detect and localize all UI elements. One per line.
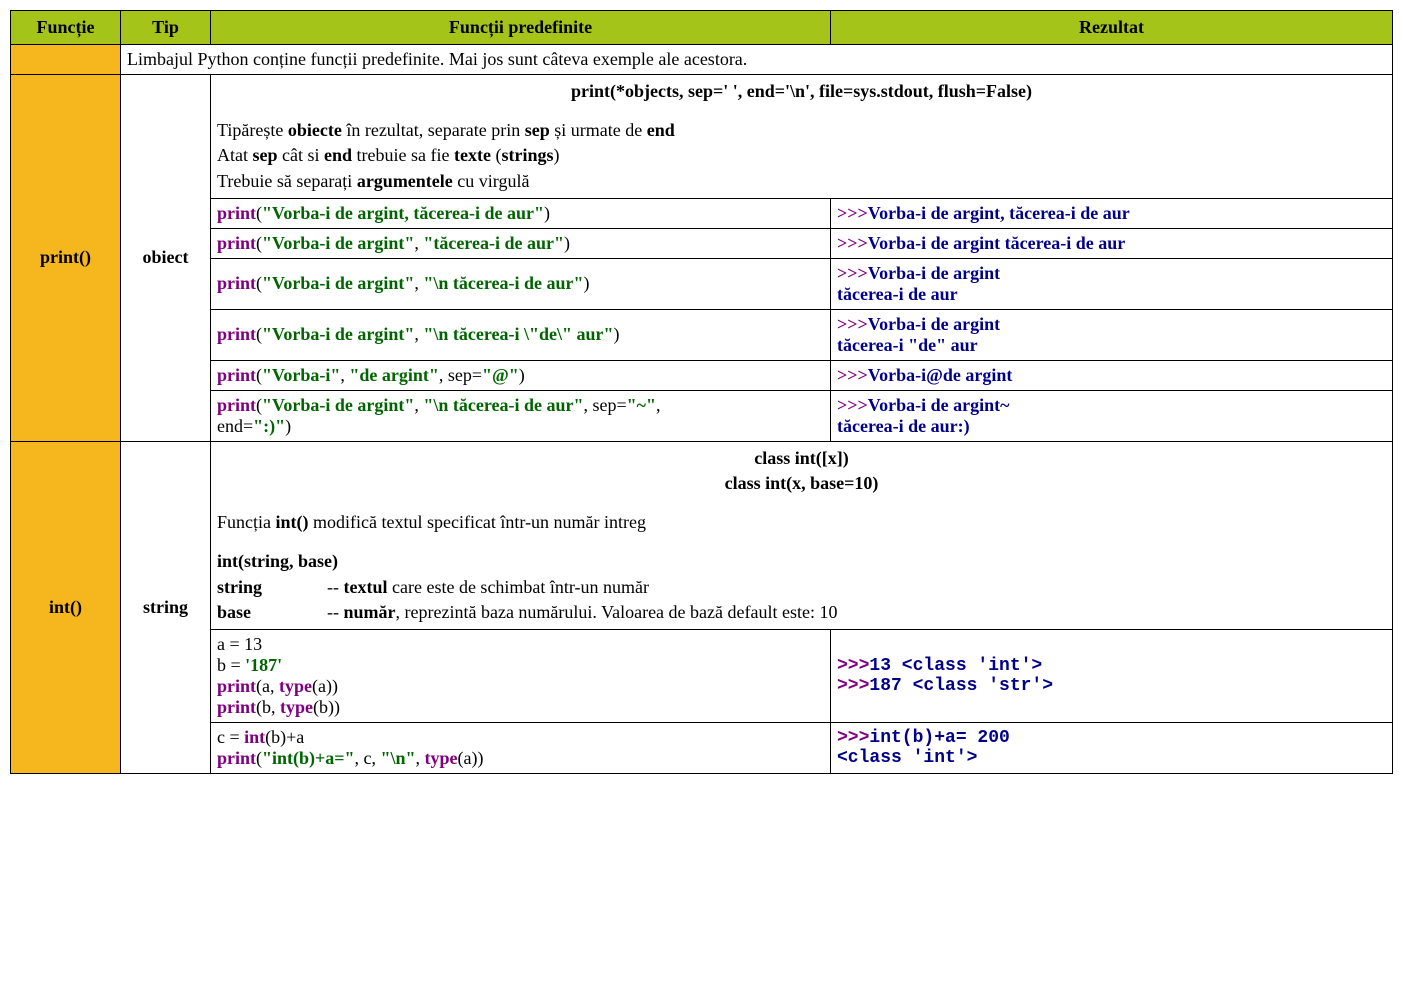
intro-yellow-cell bbox=[11, 45, 121, 75]
int-sig2: class int(x, base=10) bbox=[217, 471, 1386, 496]
header-row: Funcție Tip Funcții predefinite Rezultat bbox=[11, 11, 1393, 45]
header-function: Funcție bbox=[11, 11, 121, 45]
int-type: string bbox=[121, 441, 211, 773]
python-functions-table: Funcție Tip Funcții predefinite Rezultat… bbox=[10, 10, 1393, 774]
int-sig1: class int([x]) bbox=[217, 446, 1386, 471]
print-ex3-result: >>>Vorba-i de argint tăcerea-i de aur bbox=[831, 258, 1393, 309]
print-ex6-code: print("Vorba-i de argint", "\n tăcerea-i… bbox=[211, 390, 831, 441]
print-description: print(*objects, sep=' ', end='\n', file=… bbox=[211, 75, 1393, 199]
print-example-1: print("Vorba-i de argint, tăcerea-i de a… bbox=[11, 198, 1393, 228]
int-example-2: c = int(b)+a print("int(b)+a=", c, "\n",… bbox=[11, 722, 1393, 773]
print-ex5-code: print("Vorba-i", "de argint", sep="@") bbox=[211, 360, 831, 390]
header-result: Rezultat bbox=[831, 11, 1393, 45]
print-ex1-code: print("Vorba-i de argint, tăcerea-i de a… bbox=[211, 198, 831, 228]
int-func-name: int() bbox=[11, 441, 121, 773]
int-example-1: a = 13 b = '187' print(a, type(a)) print… bbox=[11, 629, 1393, 722]
print-example-6: print("Vorba-i de argint", "\n tăcerea-i… bbox=[11, 390, 1393, 441]
print-ex4-result: >>>Vorba-i de argint tăcerea-i "de" aur bbox=[831, 309, 1393, 360]
header-predefined: Funcții predefinite bbox=[211, 11, 831, 45]
intro-text: Limbajul Python conține funcții predefin… bbox=[121, 45, 1393, 75]
print-func-name: print() bbox=[11, 75, 121, 442]
print-example-3: print("Vorba-i de argint", "\n tăcerea-i… bbox=[11, 258, 1393, 309]
intro-row: Limbajul Python conține funcții predefin… bbox=[11, 45, 1393, 75]
int-desc-row: int() string class int([x]) class int(x,… bbox=[11, 441, 1393, 629]
print-desc-row: print() obiect print(*objects, sep=' ', … bbox=[11, 75, 1393, 199]
print-ex1-result: >>>Vorba-i de argint, tăcerea-i de aur bbox=[831, 198, 1393, 228]
header-type: Tip bbox=[121, 11, 211, 45]
print-ex4-code: print("Vorba-i de argint", "\n tăcerea-i… bbox=[211, 309, 831, 360]
print-type: obiect bbox=[121, 75, 211, 442]
int-ex1-result: >>>13 <class 'int'> >>>187 <class 'str'> bbox=[831, 629, 1393, 722]
int-ex1-code: a = 13 b = '187' print(a, type(a)) print… bbox=[211, 629, 831, 722]
print-signature: print(*objects, sep=' ', end='\n', file=… bbox=[217, 79, 1386, 104]
print-example-2: print("Vorba-i de argint", "tăcerea-i de… bbox=[11, 228, 1393, 258]
print-ex5-result: >>>Vorba-i@de argint bbox=[831, 360, 1393, 390]
int-description: class int([x]) class int(x, base=10) Fun… bbox=[211, 441, 1393, 629]
print-example-5: print("Vorba-i", "de argint", sep="@") >… bbox=[11, 360, 1393, 390]
int-ex2-result: >>>int(b)+a= 200 <class 'int'> bbox=[831, 722, 1393, 773]
print-ex6-result: >>>Vorba-i de argint~ tăcerea-i de aur:) bbox=[831, 390, 1393, 441]
print-ex2-result: >>>Vorba-i de argint tăcerea-i de aur bbox=[831, 228, 1393, 258]
print-ex3-code: print("Vorba-i de argint", "\n tăcerea-i… bbox=[211, 258, 831, 309]
print-example-4: print("Vorba-i de argint", "\n tăcerea-i… bbox=[11, 309, 1393, 360]
int-ex2-code: c = int(b)+a print("int(b)+a=", c, "\n",… bbox=[211, 722, 831, 773]
print-ex2-code: print("Vorba-i de argint", "tăcerea-i de… bbox=[211, 228, 831, 258]
